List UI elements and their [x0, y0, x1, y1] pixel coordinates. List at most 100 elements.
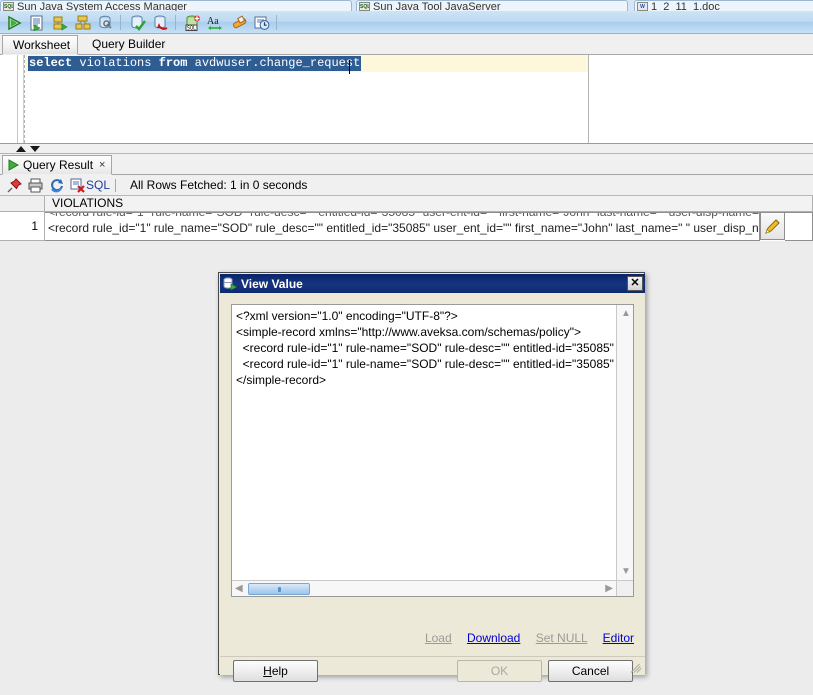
cancel-button-label: Cancel [572, 664, 609, 678]
format-sql-button[interactable]: Aa [206, 13, 226, 32]
xml-content[interactable]: <?xml version="1.0" encoding="UTF-8"?> <… [232, 305, 616, 581]
top-tab-0[interactable]: SQL Sun Java System Access Manager [0, 0, 352, 11]
pushpin-icon [7, 178, 22, 193]
green-play-icon [6, 15, 22, 31]
unshared-worksheet-button[interactable]: SQL [183, 13, 203, 32]
script-run-icon [29, 15, 45, 31]
scroll-thumb-grip [278, 587, 281, 592]
db-run-icon [223, 277, 237, 291]
sql-tab-icon: SQL [3, 2, 14, 11]
open-value-editor-button[interactable] [760, 212, 785, 240]
dialog-title-bar[interactable]: View Value ✕ [220, 274, 645, 293]
grid-empty-tail [785, 212, 813, 241]
sql-tab-icon: SQL [359, 2, 370, 11]
clear-result-button[interactable] [68, 177, 86, 194]
history-button[interactable] [252, 13, 272, 32]
set-null-link[interactable]: Set NULL [536, 631, 588, 645]
download-link[interactable]: Download [467, 631, 520, 645]
sql-statement-text[interactable]: select violations from avdwuser.change_r… [28, 56, 361, 71]
xml-line-4: </simple-record> [236, 372, 616, 388]
clear-button[interactable] [229, 13, 249, 32]
explain-plan-icon [52, 15, 68, 31]
vertical-scrollbar[interactable]: ▲ ▼ [616, 305, 633, 581]
dialog-title: View Value [241, 277, 303, 291]
worksheet-tab-bar: Worksheet Query Builder [0, 34, 813, 55]
pencil-edit-icon [764, 218, 781, 235]
commit-button[interactable] [128, 13, 148, 32]
tab-query-result-label: Query Result [23, 156, 93, 175]
sql-table-name: avdwuser.change_request [195, 56, 361, 70]
sql-new-icon: SQL [185, 15, 202, 31]
splitter-collapse-up-icon[interactable] [16, 146, 26, 152]
editor-gutter [0, 55, 18, 143]
editor-caret [349, 60, 350, 74]
ok-button-label: OK [491, 664, 508, 678]
tab-worksheet[interactable]: Worksheet [2, 35, 78, 55]
grid-select-all-corner[interactable] [0, 196, 45, 212]
help-button-label: elp [272, 664, 288, 678]
scroll-left-icon[interactable]: ◀ [235, 584, 243, 594]
top-tab-1-label: Sun Java Tool JavaServer [373, 1, 501, 11]
pin-result-button[interactable] [5, 177, 23, 194]
green-play-icon [7, 159, 19, 171]
run-script-button[interactable] [27, 13, 47, 32]
sql-tuning-button[interactable] [96, 13, 116, 32]
tab-query-builder-label: Query Builder [92, 37, 165, 51]
tab-query-result[interactable]: Query Result × [2, 155, 112, 175]
help-button-accel: H [263, 664, 272, 678]
help-button[interactable]: Help [233, 660, 318, 682]
dialog-body: <?xml version="1.0" encoding="UTF-8"?> <… [220, 293, 645, 675]
sql-developer-window: SQL Sun Java System Access Manager SQL S… [0, 0, 813, 695]
top-tab-1[interactable]: SQL Sun Java Tool JavaServer [356, 0, 628, 11]
autotrace-icon [75, 15, 91, 31]
close-icon[interactable]: ✕ [627, 276, 643, 291]
column-header-violations[interactable]: VIOLATIONS [45, 196, 813, 212]
autotrace-button[interactable] [73, 13, 93, 32]
dialog-separator [220, 656, 645, 657]
row-header-1[interactable]: 1 [0, 212, 45, 241]
editor-right-margin-ruler [588, 55, 589, 143]
sql-view-link[interactable]: SQL [86, 178, 110, 192]
result-tab-bar: Query Result × [0, 154, 813, 175]
run-statement-button[interactable] [4, 13, 24, 32]
scroll-down-icon[interactable]: ▼ [621, 567, 631, 577]
print-result-button[interactable] [26, 177, 44, 194]
tab-worksheet-label: Worksheet [13, 38, 70, 52]
top-tab-2-label: 1_2_11_1.doc [651, 1, 720, 11]
svg-text:Aa: Aa [207, 16, 219, 27]
eraser-icon [231, 15, 248, 31]
ok-button[interactable]: OK [457, 660, 542, 682]
editor-link[interactable]: Editor [603, 631, 634, 645]
sql-editor[interactable]: select violations from avdwuser.change_r… [0, 55, 813, 144]
toolbar-separator [115, 179, 116, 192]
xml-line-0: <?xml version="1.0" encoding="UTF-8"?> [236, 308, 616, 324]
refresh-icon [49, 178, 64, 193]
splitter-collapse-down-icon[interactable] [30, 146, 40, 152]
rollback-button[interactable] [151, 13, 171, 32]
table-row[interactable]: <record rule-id="1" rule-name="SOD" rule… [45, 212, 760, 241]
xml-line-1: <simple-record xmlns="http://www.aveksa.… [236, 324, 616, 340]
cell-text-clipped-top: <record rule-id="1" rule-name="SOD" rule… [48, 212, 760, 219]
clear-grid-icon [70, 178, 85, 193]
xml-line-2: <record rule-id="1" rule-name="SOD" rule… [236, 340, 616, 356]
sql-column-violations: violations [79, 56, 158, 70]
commit-check-icon [130, 15, 146, 31]
history-clock-icon [254, 15, 270, 31]
top-tab-2[interactable]: W 1_2_11_1.doc [634, 0, 813, 11]
sql-keyword-from: from [159, 56, 195, 70]
horizontal-scrollbar[interactable]: ◀ ▶ [232, 580, 616, 596]
rows-fetched-status: All Rows Fetched: 1 in 0 seconds [130, 178, 307, 192]
sql-keyword-select: select [29, 56, 79, 70]
editor-results-splitter[interactable] [0, 144, 813, 154]
scroll-right-icon[interactable]: ▶ [605, 584, 613, 594]
value-text-area[interactable]: <?xml version="1.0" encoding="UTF-8"?> <… [231, 304, 634, 597]
explain-plan-button[interactable] [50, 13, 70, 32]
dialog-resize-grip[interactable] [631, 661, 643, 673]
cancel-button[interactable]: Cancel [548, 660, 633, 682]
close-icon[interactable]: × [97, 156, 107, 175]
load-link[interactable]: Load [425, 631, 452, 645]
horizontal-scroll-thumb[interactable] [248, 583, 310, 595]
refresh-result-button[interactable] [47, 177, 65, 194]
scroll-up-icon[interactable]: ▲ [621, 309, 631, 319]
tab-query-builder[interactable]: Query Builder [82, 35, 175, 55]
